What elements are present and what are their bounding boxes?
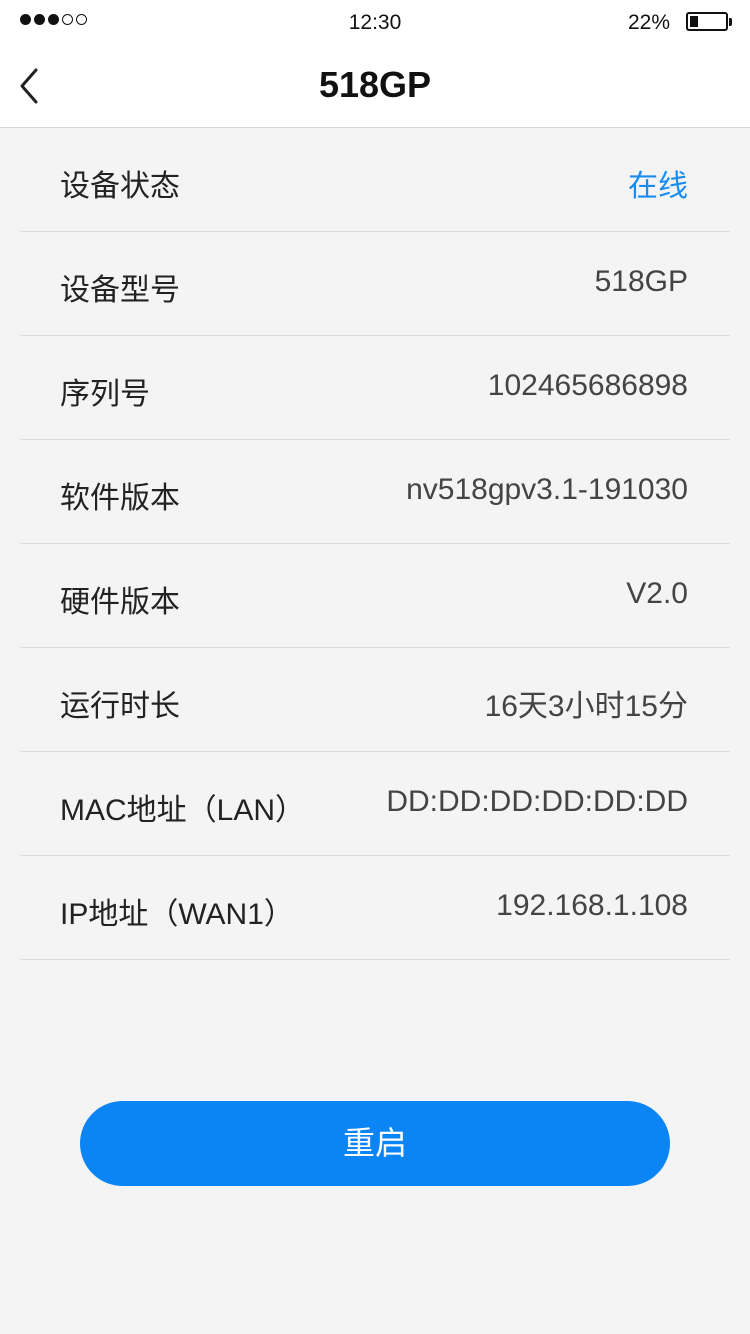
info-value-status: 在线 (628, 170, 688, 203)
page-title: 518GP (318, 64, 432, 105)
info-row-mac-lan: MAC地址（LAN） DD:DD:DD:DD:DD:DD (20, 752, 730, 856)
info-label: 运行时长 (60, 690, 180, 723)
info-label: 硬件版本 (60, 586, 180, 619)
restart-button[interactable]: 重启 (80, 1101, 670, 1186)
info-row-software-version: 软件版本 nv518gpv3.1-191030 (20, 440, 730, 544)
info-value-mac-lan: DD:DD:DD:DD:DD:DD (386, 785, 688, 818)
info-value-model: 518GP (594, 265, 688, 298)
info-value-uptime: 16天3小时15分 (484, 690, 688, 723)
info-label: MAC地址（LAN） (60, 794, 306, 827)
info-row-ip-wan1: IP地址（WAN1） 192.168.1.108 (20, 856, 730, 960)
battery-percent: 22% (627, 11, 670, 34)
info-row-hardware-version: 硬件版本 V2.0 (20, 544, 730, 648)
info-label: 设备型号 (60, 274, 180, 307)
info-value-software-version: nv518gpv3.1-191030 (406, 473, 688, 506)
status-bar: 12:30 22% (0, 0, 750, 44)
info-value-ip-wan1: 192.168.1.108 (496, 889, 688, 922)
info-row-status: 设备状态 在线 (20, 128, 730, 232)
info-label: 设备状态 (60, 170, 180, 203)
info-label: IP地址（WAN1） (60, 898, 294, 931)
info-row-uptime: 运行时长 16天3小时15分 (20, 648, 730, 752)
navigation-bar: 518GP (0, 44, 750, 128)
info-value-hardware-version: V2.0 (626, 577, 688, 610)
device-info-list: 设备状态 在线设备型号 518GP 序列号 102465686898 软件版本 nv518g… (20, 128, 730, 960)
info-value-serial: 102465686898 (487, 369, 688, 402)
info-label: 序列号 (60, 378, 150, 411)
battery-icon (686, 12, 732, 31)
info-row-serial: 序列号 102465686898 (20, 336, 730, 440)
info-row-model: 设备型号 518GP (20, 232, 730, 336)
info-label: 软件版本 (60, 482, 180, 515)
battery-cap (729, 18, 732, 26)
battery-level (690, 16, 698, 27)
